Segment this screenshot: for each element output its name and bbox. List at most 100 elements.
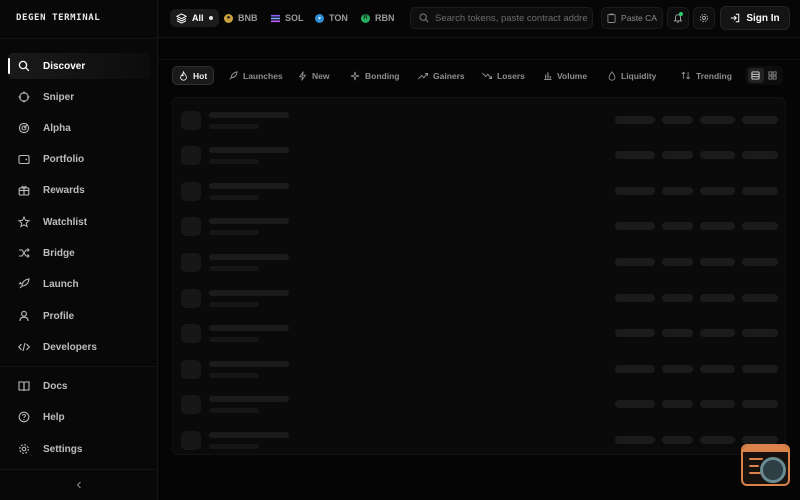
skeleton-cell — [615, 116, 655, 124]
skeleton-text — [209, 266, 259, 271]
sort-icon — [681, 71, 691, 80]
tab-label: Volume — [557, 70, 588, 81]
sidebar-item-launch[interactable]: Launch — [8, 271, 150, 297]
sparkle-icon — [350, 71, 360, 81]
sidebar-item-label: Developers — [43, 341, 97, 353]
skeleton-cell — [742, 222, 778, 230]
sidebar-item-discover[interactable]: Discover — [8, 53, 150, 79]
chain-label: SOL — [285, 13, 304, 23]
skeleton-cell — [700, 294, 735, 302]
chain-label: TON — [329, 13, 348, 23]
sidebar-item-portfolio[interactable]: Portfolio — [8, 146, 150, 172]
sidebar-item-help[interactable]: Help — [8, 404, 150, 430]
app-logo[interactable]: DEGEN TERMINAL — [16, 13, 100, 23]
rocket-icon — [17, 277, 31, 291]
skeleton-cell — [700, 365, 735, 373]
chevron-left-icon — [75, 476, 83, 494]
skeleton-avatar — [181, 324, 201, 343]
skeleton-cell — [742, 365, 778, 373]
tab-losers[interactable]: Losers — [476, 66, 531, 85]
tab-hot[interactable]: Hot — [172, 66, 215, 85]
view-mode-toggle — [745, 66, 783, 85]
floating-inspector-widget[interactable] — [741, 444, 790, 486]
chain-label: All — [192, 13, 204, 23]
sidebar-item-profile[interactable]: Profile — [8, 303, 150, 329]
skeleton-text — [209, 218, 289, 224]
skeleton-cell — [615, 400, 655, 408]
gift-icon — [17, 183, 31, 197]
list-view-button[interactable] — [747, 68, 764, 83]
skeleton-text — [209, 396, 289, 402]
top-bar: All ● BNB SOL ▾ TON R RBN Paste CA Sign … — [158, 0, 800, 38]
flame-icon — [179, 70, 188, 81]
tab-liquidity[interactable]: Liquidity — [602, 66, 662, 85]
skeleton-avatar — [181, 253, 201, 272]
sign-in-label: Sign In — [746, 12, 780, 24]
settings-button[interactable] — [693, 7, 715, 29]
skeleton-cell — [742, 329, 778, 337]
bnb-icon: ● — [224, 13, 233, 23]
tab-trending[interactable]: Trending — [675, 66, 738, 85]
sidebar-divider — [0, 38, 158, 39]
sidebar-item-docs[interactable]: Docs — [8, 373, 150, 399]
skeleton-row — [173, 384, 785, 420]
star-icon — [17, 215, 31, 229]
skeleton-cell — [662, 365, 693, 373]
skeleton-text — [209, 302, 259, 307]
sidebar-item-watchlist[interactable]: Watchlist — [8, 209, 150, 235]
notifications-button[interactable] — [667, 7, 689, 29]
skeleton-text — [209, 112, 289, 118]
grid-view-button[interactable] — [765, 68, 781, 83]
skeleton-row — [173, 349, 785, 385]
zap-icon — [298, 70, 307, 81]
skeleton-text — [209, 432, 289, 438]
paste-ca-button[interactable]: Paste CA — [601, 7, 663, 29]
chain-filter-bnb[interactable]: ● BNB — [224, 9, 258, 27]
trending-up-icon — [418, 72, 428, 80]
skeleton-text — [209, 408, 259, 413]
trending-down-icon — [482, 72, 492, 80]
tab-launches[interactable]: Launches — [222, 66, 289, 85]
tab-new[interactable]: New — [292, 66, 335, 85]
chain-label: BNB — [238, 13, 258, 23]
skeleton-cell — [662, 151, 693, 159]
sign-in-button[interactable]: Sign In — [720, 6, 790, 30]
chain-filter-all[interactable]: All — [170, 9, 219, 27]
skeleton-cell — [662, 222, 693, 230]
skeleton-row — [173, 278, 785, 314]
sidebar-item-sniper[interactable]: Sniper — [8, 84, 150, 110]
skeleton-cell — [662, 116, 693, 124]
sidebar-divider — [0, 469, 158, 470]
tab-volume[interactable]: Volume — [537, 66, 593, 85]
skeleton-avatar — [181, 395, 201, 414]
skeleton-cell — [700, 116, 735, 124]
rocket-icon — [228, 70, 238, 81]
crosshair-icon — [17, 90, 31, 104]
tab-bonding[interactable]: Bonding — [344, 66, 405, 85]
chain-filter-sol[interactable]: SOL — [271, 9, 304, 27]
skeleton-avatar — [181, 111, 201, 130]
skeleton-text — [209, 361, 289, 367]
tab-label: Gainers — [433, 70, 465, 81]
tab-label: Bonding — [365, 70, 400, 81]
search-input[interactable] — [435, 12, 587, 24]
skeleton-text — [209, 183, 289, 189]
skeleton-text — [209, 159, 259, 164]
sidebar-item-label: Launch — [43, 278, 79, 290]
sidebar-item-bridge[interactable]: Bridge — [8, 240, 150, 266]
sidebar-item-rewards[interactable]: Rewards — [8, 177, 150, 203]
sidebar-item-label: Docs — [43, 380, 68, 392]
sidebar-item-alpha[interactable]: Alpha — [8, 115, 150, 141]
skeleton-cell — [742, 116, 778, 124]
chain-label: RBN — [375, 13, 395, 23]
skeleton-cell — [700, 436, 735, 444]
tab-gainers[interactable]: Gainers — [412, 66, 471, 85]
skeleton-text — [209, 444, 259, 449]
skeleton-cell — [700, 400, 735, 408]
skeleton-cell — [662, 400, 693, 408]
sidebar-item-settings[interactable]: Settings — [8, 436, 150, 462]
chain-filter-ton[interactable]: ▾ TON — [315, 9, 348, 27]
chain-filter-rbn[interactable]: R RBN — [361, 9, 395, 27]
collapse-sidebar-button[interactable] — [72, 478, 86, 492]
sidebar-item-developers[interactable]: Developers — [8, 334, 150, 360]
